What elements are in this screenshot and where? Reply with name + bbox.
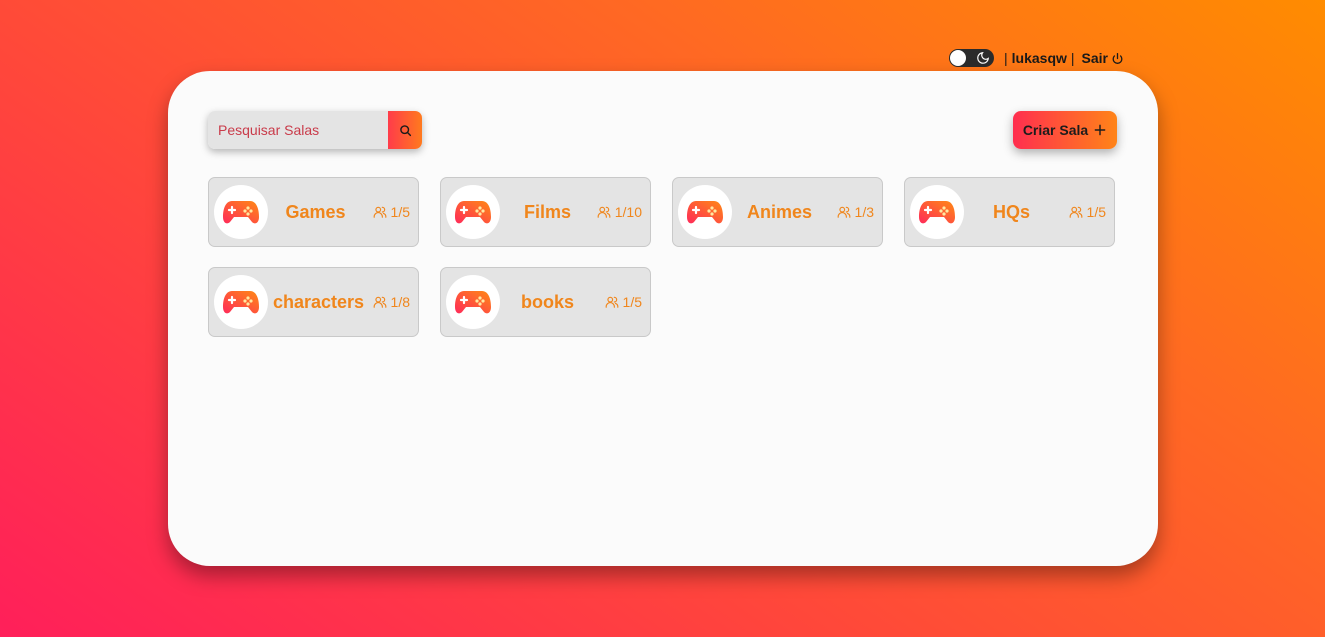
users-icon <box>837 206 850 218</box>
gamepad-icon <box>455 201 491 224</box>
room-occupancy: 1/5 <box>605 268 642 336</box>
room-count: 1/5 <box>390 204 410 220</box>
users-icon <box>597 206 611 218</box>
plus-icon <box>1094 124 1106 136</box>
room-count: 1/5 <box>1086 204 1106 220</box>
room-avatar <box>910 185 964 239</box>
room-occupancy: 1/10 <box>597 178 642 246</box>
room-card[interactable]: Games 1/5 <box>208 177 419 247</box>
room-count: 1/5 <box>622 294 642 310</box>
users-icon <box>1069 206 1082 218</box>
main-panel: Criar Sala Games 1/5 <box>168 71 1158 566</box>
room-name: Animes <box>746 201 813 222</box>
gamepad-icon <box>919 201 955 224</box>
room-card[interactable]: characters 1/8 <box>208 267 419 337</box>
room-name: books <box>520 291 574 312</box>
toggle-knob <box>950 50 966 66</box>
logout-label: Sair <box>1081 50 1108 66</box>
room-card[interactable]: HQs 1/5 <box>904 177 1115 247</box>
gamepad-icon <box>223 291 259 314</box>
room-count: 1/3 <box>854 204 874 220</box>
room-card[interactable]: Animes 1/3 <box>672 177 883 247</box>
username: lukasqw <box>1011 50 1067 66</box>
room-avatar <box>214 275 268 329</box>
search-icon <box>399 124 411 136</box>
room-card[interactable]: books 1/5 <box>440 267 651 337</box>
gamepad-icon <box>687 201 723 224</box>
room-name: Games <box>285 201 346 222</box>
create-room-label: Criar Sala <box>1022 122 1089 138</box>
room-occupancy: 1/3 <box>837 178 874 246</box>
separator: | <box>1004 50 1008 66</box>
create-room-button[interactable]: Criar Sala <box>1013 111 1117 149</box>
room-occupancy: 1/8 <box>373 268 410 336</box>
room-avatar <box>214 185 268 239</box>
gamepad-icon <box>223 201 259 224</box>
search-button[interactable] <box>388 111 422 149</box>
room-avatar <box>678 185 732 239</box>
theme-toggle[interactable] <box>949 49 994 67</box>
room-count: 1/10 <box>614 204 642 220</box>
users-icon <box>605 296 618 308</box>
moon-icon <box>977 52 989 64</box>
power-icon <box>1112 52 1123 64</box>
room-count: 1/8 <box>390 294 410 310</box>
top-bar: | lukasqw | Sair <box>949 48 1124 68</box>
room-list: Games 1/5 Films 1/10 Animes 1/3 HQs 1/5 … <box>208 177 1115 337</box>
separator: | <box>1070 50 1075 66</box>
room-name: Films <box>523 201 571 222</box>
logout-button[interactable]: Sair <box>1082 50 1124 66</box>
gamepad-icon <box>455 291 491 314</box>
room-occupancy: 1/5 <box>1069 178 1106 246</box>
users-icon <box>373 206 386 218</box>
search-input[interactable] <box>208 111 388 149</box>
room-name: characters <box>272 291 365 312</box>
search-bar <box>208 111 422 149</box>
room-name: HQs <box>992 201 1030 222</box>
room-avatar <box>446 185 500 239</box>
room-card[interactable]: Films 1/10 <box>440 177 651 247</box>
room-occupancy: 1/5 <box>373 178 410 246</box>
users-icon <box>373 296 386 308</box>
room-avatar <box>446 275 500 329</box>
